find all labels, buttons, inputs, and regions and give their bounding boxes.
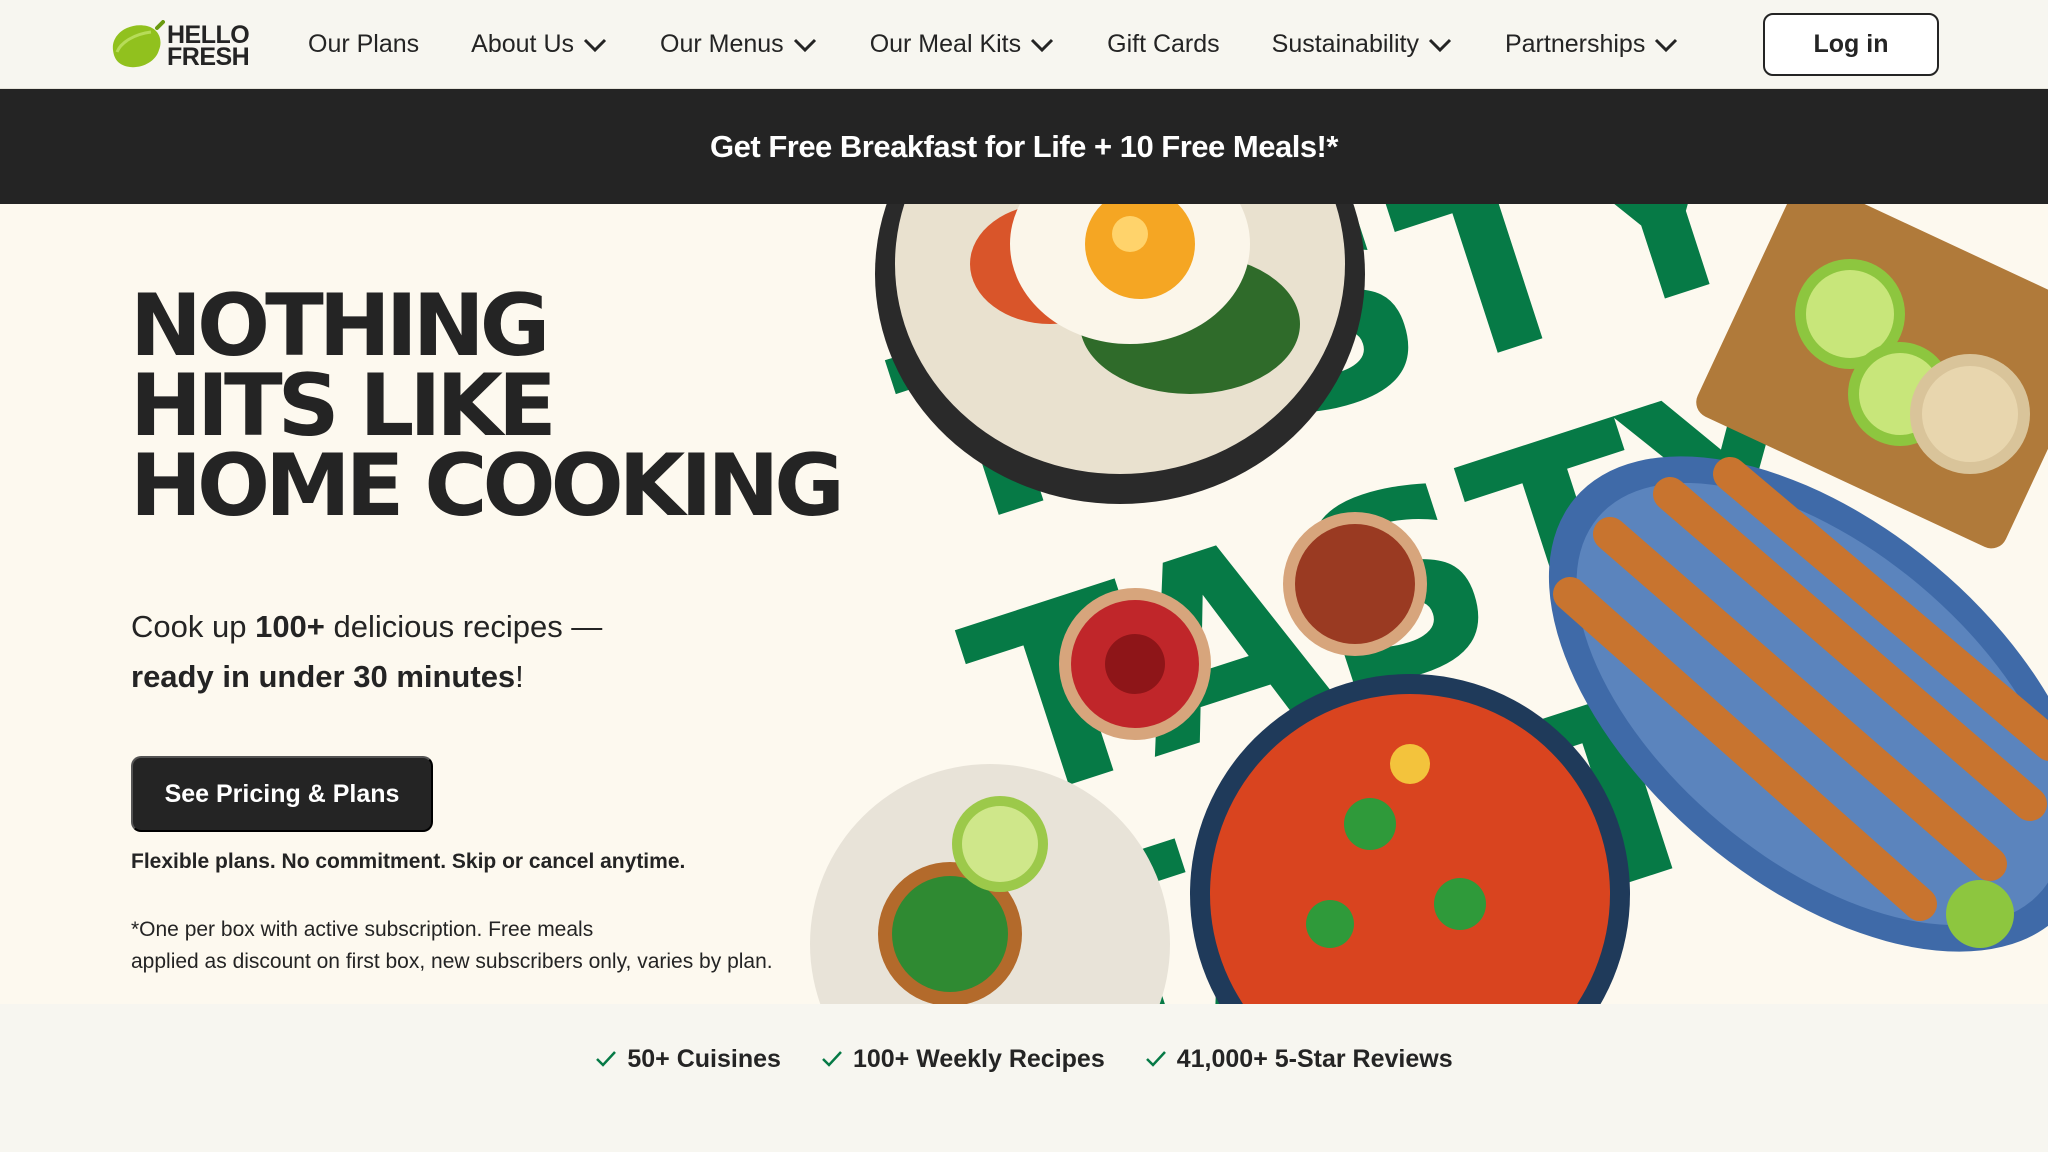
page: HELLO FRESH Our Plans About Us Our Menus…: [0, 0, 2048, 1152]
hero-title-line: HOME COOKING: [130, 436, 845, 536]
disclaimer: *One per box with active subscription. F…: [131, 914, 831, 978]
nav-item-partnerships[interactable]: Partnerships: [1505, 30, 1679, 59]
see-pricing-plans-button[interactable]: See Pricing & Plans: [131, 756, 433, 832]
chevron-down-icon: [1655, 38, 1678, 52]
promo-banner[interactable]: Get Free Breakfast for Life + 10 Free Me…: [0, 89, 2048, 204]
check-icon: [1145, 1051, 1166, 1067]
feature-item: 100+ Weekly Recipes: [821, 1045, 1105, 1074]
hero-section: NOTHING HITS LIKE HOME COOKING Cook up 1…: [0, 204, 2048, 1004]
hero-sub-bold: ready in under 30 minutes: [131, 659, 516, 694]
chevron-down-icon: [1031, 38, 1054, 52]
nav-item-our-plans[interactable]: Our Plans: [308, 30, 419, 59]
logo-wordmark: HELLO FRESH: [167, 23, 250, 71]
nav-item-label: Sustainability: [1271, 30, 1419, 58]
nav-item-label: Gift Cards: [1107, 30, 1220, 58]
nav-item-our-menus[interactable]: Our Menus: [660, 30, 818, 59]
check-icon: [596, 1051, 617, 1067]
chevron-down-icon: [1428, 38, 1452, 52]
feature-label: 50+ Cuisines: [627, 1044, 781, 1073]
promo-text: Get Free Breakfast for Life + 10 Free Me…: [710, 128, 1338, 164]
hero-title: NOTHING HITS LIKE HOME COOKING: [130, 276, 890, 536]
check-icon: [822, 1051, 842, 1067]
feature-item: 41,000+ 5-Star Reviews: [1145, 1045, 1453, 1074]
hero-sub-text: !: [515, 659, 524, 694]
hero-sub-text: Cook up: [131, 609, 256, 644]
hero-title-line: NOTHING: [130, 276, 550, 376]
feature-item: 50+ Cuisines: [595, 1045, 781, 1074]
disclaimer-line: *One per box with active subscription. F…: [131, 918, 594, 941]
nav-item-label: Our Meal Kits: [869, 30, 1022, 58]
lime-logo-icon: [112, 20, 165, 68]
nav-item-gift-cards[interactable]: Gift Cards: [1107, 30, 1220, 59]
flexible-plans-note: Flexible plans. No commitment. Skip or c…: [131, 850, 686, 873]
nav-item-label: Our Menus: [660, 30, 784, 58]
hero-sub-bold: 100+: [255, 609, 325, 644]
features-row: 50+ Cuisines 100+ Weekly Recipes 41,000+…: [0, 1036, 2048, 1082]
hero-food-image: TASTY TASTY TASTY: [810, 204, 2048, 1004]
nav-menu: Our Plans About Us Our Menus Our Meal Ki…: [308, 0, 1731, 89]
logo-line-fresh: FRESH: [167, 43, 250, 71]
chevron-down-icon: [793, 38, 816, 52]
nav-item-our-meal-kits[interactable]: Our Meal Kits: [870, 30, 1055, 59]
hero-title-line: HITS LIKE: [130, 356, 557, 456]
chevron-down-icon: [583, 38, 607, 52]
nav-item-label: Our Plans: [308, 30, 420, 58]
nav-item-label: Partnerships: [1504, 30, 1646, 58]
nav-item-label: About Us: [471, 30, 575, 58]
nav-item-about-us[interactable]: About Us: [471, 30, 608, 59]
top-nav: HELLO FRESH Our Plans About Us Our Menus…: [0, 0, 2048, 89]
hellofresh-logo[interactable]: HELLO FRESH: [107, 20, 259, 72]
feature-label: 100+ Weekly Recipes: [852, 1044, 1105, 1073]
hero-sub-text: delicious recipes —: [324, 609, 603, 644]
nav-item-sustainability[interactable]: Sustainability: [1272, 30, 1453, 59]
features-strip: 50+ Cuisines 100+ Weekly Recipes 41,000+…: [0, 1004, 2048, 1152]
hero-subtitle: Cook up 100+ delicious recipes — ready i…: [131, 602, 691, 702]
feature-label: 41,000+ 5-Star Reviews: [1176, 1044, 1453, 1073]
disclaimer-line: applied as discount on first box, new su…: [131, 950, 773, 973]
login-button[interactable]: Log in: [1763, 13, 1939, 76]
